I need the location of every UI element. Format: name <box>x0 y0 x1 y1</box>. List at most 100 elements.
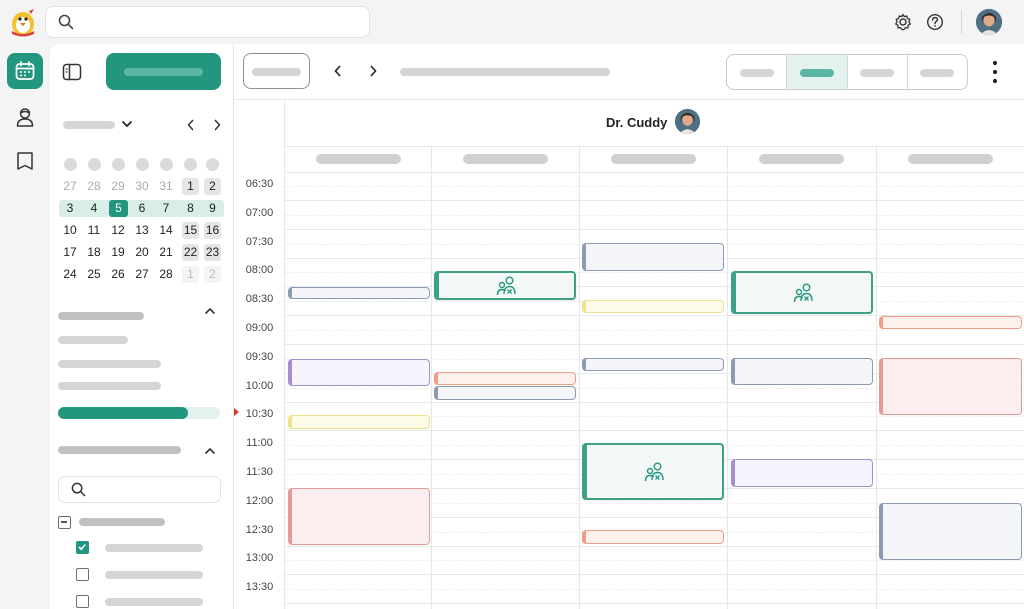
day-column-header[interactable] <box>462 154 548 164</box>
calendar-day[interactable]: 9 <box>204 200 221 217</box>
calendar-day[interactable]: 27 <box>130 266 154 283</box>
calendar-day[interactable]: 11 <box>82 222 106 239</box>
calendar-day[interactable]: 14 <box>154 222 178 239</box>
group-appointment[interactable] <box>582 443 724 500</box>
calendar-day[interactable]: 12 <box>106 222 130 239</box>
calendar-day[interactable]: 23 <box>204 244 221 261</box>
calendar-day[interactable]: 24 <box>58 266 82 283</box>
filter-search-input[interactable] <box>58 476 221 503</box>
appointment-block[interactable] <box>731 358 873 385</box>
calendar-day[interactable]: 6 <box>130 200 154 217</box>
calendar-day[interactable]: 15 <box>182 222 199 239</box>
day-column-header[interactable] <box>907 154 993 164</box>
filter-checkbox[interactable] <box>76 541 89 554</box>
calendar-day[interactable]: 28 <box>154 266 178 283</box>
chevron-up-icon[interactable] <box>204 306 216 316</box>
day-column-divider <box>876 146 877 609</box>
today-button[interactable] <box>243 53 310 89</box>
calendar-main: 06:30 07:00 07:30 08:00 08:30 09:00 09:30 10:00… <box>234 44 1024 609</box>
calendar-day[interactable]: 10 <box>58 222 82 239</box>
appointment-block[interactable] <box>288 287 430 299</box>
calendar-day[interactable]: 27 <box>58 178 82 195</box>
side-panel: 27 28 29 30 31 1 2 3 4 5 6 7 8 9 10 11 12 13 14 15 16 17 18 19 2… <box>50 44 234 609</box>
calendar-day[interactable]: 17 <box>58 244 82 261</box>
calendar-day[interactable]: 21 <box>154 244 178 261</box>
chevron-left-icon[interactable] <box>186 118 196 132</box>
appointment-block[interactable] <box>288 415 430 429</box>
calendar-day[interactable]: 22 <box>182 244 199 261</box>
new-appointment-button[interactable] <box>106 53 221 90</box>
filter-checkbox[interactable] <box>76 568 89 581</box>
appointment-block[interactable] <box>582 358 724 371</box>
calendar-day[interactable]: 20 <box>130 244 154 261</box>
calendar-day[interactable]: 3 <box>58 200 82 217</box>
filter-checkbox[interactable] <box>76 595 89 608</box>
appointment-block[interactable] <box>288 488 430 545</box>
calendar-day[interactable]: 19 <box>106 244 130 261</box>
view-option[interactable] <box>727 55 788 89</box>
calendar-day[interactable]: 30 <box>130 178 154 195</box>
view-option-selected[interactable] <box>787 55 848 89</box>
calendar-day[interactable]: 4 <box>82 200 106 217</box>
calendar-day[interactable]: 26 <box>106 266 130 283</box>
view-option[interactable] <box>848 55 908 89</box>
time-label: 09:00 <box>245 322 274 334</box>
help-icon[interactable] <box>925 12 945 32</box>
calendar-day[interactable]: 28 <box>82 178 106 195</box>
calendar-day[interactable]: 2 <box>204 178 221 195</box>
calendar-day[interactable]: 8 <box>182 200 199 217</box>
calendar-day[interactable]: 29 <box>106 178 130 195</box>
nav-library-button[interactable] <box>7 143 43 179</box>
appointment-block[interactable] <box>879 316 1022 329</box>
nav-calendar-button[interactable] <box>7 53 43 89</box>
section-line <box>58 336 128 344</box>
day-column-header[interactable] <box>315 154 401 164</box>
appointment-block[interactable] <box>288 359 430 386</box>
appointment-block[interactable] <box>879 503 1022 560</box>
calendar-day[interactable]: 31 <box>154 178 178 195</box>
chevron-right-icon[interactable] <box>212 118 222 132</box>
time-label: 06:30 <box>245 178 274 190</box>
search-icon <box>58 14 74 30</box>
day-column-header[interactable] <box>759 154 844 164</box>
calendar-day[interactable]: 5 <box>109 200 128 217</box>
appointment-block[interactable] <box>434 372 576 385</box>
chevron-left-icon[interactable] <box>333 64 343 78</box>
appointment-block[interactable] <box>731 459 873 487</box>
calendar-day[interactable]: 7 <box>154 200 178 217</box>
appointment-block[interactable] <box>582 300 724 313</box>
chevron-right-icon[interactable] <box>368 64 378 78</box>
sidebar-toggle-icon[interactable] <box>62 63 82 81</box>
calendar-day[interactable]: 1 <box>182 266 199 283</box>
calendar-day[interactable]: 16 <box>204 222 221 239</box>
day-column-header[interactable] <box>610 154 696 164</box>
more-vertical-icon[interactable] <box>991 59 999 85</box>
calendar-day[interactable]: 2 <box>204 266 221 283</box>
appointment-block[interactable] <box>582 243 724 271</box>
appointment-block[interactable] <box>582 530 724 544</box>
appointment-block[interactable] <box>434 386 576 400</box>
gear-icon[interactable] <box>893 12 913 32</box>
calendar-day[interactable]: 1 <box>182 178 199 195</box>
view-option[interactable] <box>908 55 967 89</box>
penguin-logo-icon[interactable] <box>9 7 37 37</box>
appointment-block[interactable] <box>879 358 1022 415</box>
calendar-day[interactable]: 25 <box>82 266 106 283</box>
select-all-checkbox[interactable] <box>58 516 71 529</box>
day-column-divider <box>431 146 432 609</box>
chevron-down-icon[interactable] <box>121 119 133 129</box>
time-label: 07:30 <box>245 235 274 248</box>
nav-patients-button[interactable] <box>7 99 43 135</box>
time-label: 13:00 <box>245 552 274 565</box>
day-column-divider <box>579 146 580 609</box>
weekday-label <box>88 158 101 171</box>
chevron-up-icon[interactable] <box>204 446 216 456</box>
group-appointment[interactable] <box>731 271 873 314</box>
checkbox-label <box>105 598 203 606</box>
search-input[interactable] <box>45 6 370 38</box>
calendar-day[interactable]: 13 <box>130 222 154 239</box>
group-appointment[interactable] <box>434 271 576 300</box>
person-icon <box>16 108 34 127</box>
calendar-day[interactable]: 18 <box>82 244 106 261</box>
user-avatar[interactable] <box>976 9 1002 35</box>
